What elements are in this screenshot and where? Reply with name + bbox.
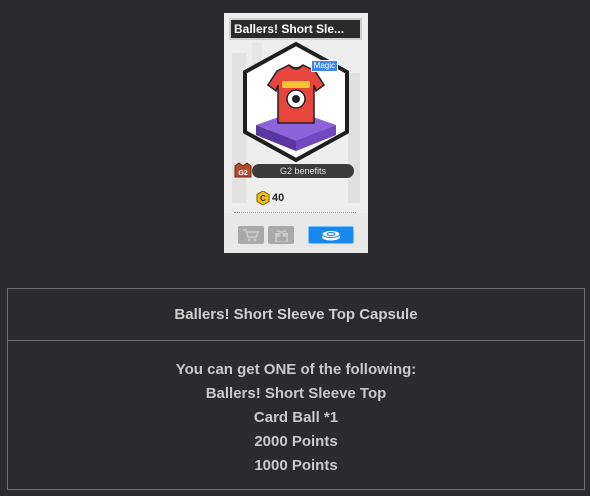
- gift-icon: [274, 229, 288, 242]
- cart-icon: [243, 228, 259, 241]
- svg-text:G2: G2: [238, 170, 247, 177]
- gift-button[interactable]: [268, 226, 294, 244]
- list-item: Card Ball *1: [253, 409, 339, 426]
- coupon-icon: [321, 230, 341, 241]
- capsule-details-panel: Ballers! Short Sleeve Top Capsule You ca…: [7, 288, 585, 490]
- capsule-title: Ballers! Short Sleeve Top Capsule: [8, 289, 584, 341]
- list-item: 1000 Points: [254, 457, 338, 474]
- price-value: 40: [272, 192, 285, 204]
- capsule-contents: You can get ONE of the following: Baller…: [8, 341, 584, 478]
- magic-badge: Magic: [310, 60, 338, 72]
- card-title: Ballers! Short Sle...: [229, 18, 362, 40]
- g2-benefits[interactable]: G2 G2 benefits: [234, 162, 354, 180]
- svg-text:C: C: [260, 194, 266, 203]
- item-card[interactable]: Ballers! Short Sle... Magic G2 G2 benefi…: [224, 13, 368, 253]
- contents-intro: You can get ONE of the following:: [175, 361, 417, 378]
- coin-icon: C: [256, 191, 270, 205]
- list-item: 2000 Points: [254, 433, 338, 450]
- cart-button[interactable]: [238, 226, 264, 244]
- coupon-button[interactable]: [308, 226, 354, 244]
- g2-badge-icon: G2: [234, 162, 252, 178]
- list-item: Ballers! Short Sleeve Top: [205, 385, 387, 402]
- g2-benefits-label: G2 benefits: [252, 164, 354, 178]
- divider: [234, 212, 356, 213]
